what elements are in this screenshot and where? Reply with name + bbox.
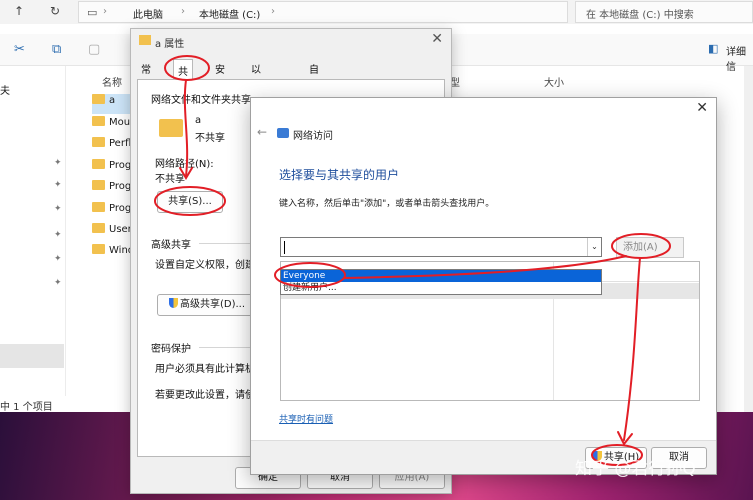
network-path-label: 网络路径(N): [155, 159, 214, 170]
chevron-down-icon[interactable]: ⌄ [587, 238, 601, 256]
breadcrumb-separator-icon: › [181, 6, 185, 17]
folder-icon [92, 244, 105, 254]
network-icon [277, 128, 289, 138]
advanced-sharing-description: 设置自定义权限，创建 [155, 260, 255, 271]
user-dropdown-list[interactable]: Everyone 创建新用户... [280, 269, 602, 295]
explorer-address-row: ↑ ↻ ▭ › 此电脑 › 本地磁盘 (C:) › 在 本地磁盘 (C:) 中搜… [0, 0, 753, 24]
pin-icon: ✦ [54, 158, 62, 168]
tab-sharing[interactable]: 共享 [173, 59, 193, 93]
close-icon[interactable]: ✕ [696, 100, 708, 116]
folder-icon [92, 159, 105, 169]
folder-icon [92, 202, 105, 212]
pin-icon: ✦ [54, 180, 62, 190]
refresh-icon[interactable]: ↻ [50, 4, 60, 18]
sidebar-item-selected[interactable] [0, 344, 64, 368]
share-button[interactable]: 共享(S)... [157, 191, 223, 213]
folder-name: a [195, 115, 202, 126]
sharing-help-link[interactable]: 共享时有问题 [279, 412, 333, 425]
status-bar-text: 中 1 个项目 [0, 402, 53, 413]
back-arrow-icon[interactable]: ← [257, 125, 267, 139]
dropdown-option-everyone[interactable]: Everyone [281, 270, 601, 282]
password-protection-heading: 密码保护 [151, 344, 191, 355]
pin-icon: ✦ [54, 278, 62, 288]
dialog-title: 网络访问 [293, 131, 333, 142]
password-protection-hint: 若要更改此设置，请使 [155, 390, 255, 401]
folder-icon [92, 223, 105, 233]
breadcrumb-this-pc[interactable]: 此电脑 [133, 6, 163, 21]
user-name-combobox[interactable]: ⌄ [280, 237, 602, 257]
details-pane-icon[interactable]: ◧ [708, 42, 718, 55]
search-placeholder: 在 本地磁盘 (C:) 中搜索 [586, 10, 694, 21]
breadcrumb-local-disk[interactable]: 本地磁盘 (C:) [199, 6, 260, 21]
advanced-sharing-button[interactable]: 高级共享(D)... [157, 294, 257, 316]
folder-icon [159, 119, 183, 137]
computer-icon: ▭ [87, 6, 98, 19]
paste-icon[interactable]: ▢ [88, 42, 100, 57]
sidebar-item-label[interactable]: 夫 [0, 82, 10, 97]
close-icon[interactable]: ✕ [431, 31, 443, 47]
search-box[interactable]: 在 本地磁盘 (C:) 中搜索 [575, 1, 753, 23]
vertical-scrollbar[interactable] [744, 66, 753, 412]
advanced-sharing-heading: 高级共享 [151, 240, 191, 251]
pin-icon: ✦ [54, 254, 62, 264]
column-header-size[interactable]: 大小 [544, 74, 564, 89]
copy-icon[interactable]: ⧉ [52, 42, 61, 57]
network-path-value: 不共享 [155, 174, 185, 185]
address-bar[interactable]: ▭ › 此电脑 › 本地磁盘 (C:) › [78, 1, 568, 23]
folder-icon [92, 180, 105, 190]
watermark-text: 知乎 @君行孙Q [575, 459, 696, 479]
instruction-text: 键入名称，然后单击"添加"，或者单击箭头查找用户。 [279, 199, 495, 209]
folder-share-status: 不共享 [195, 133, 225, 144]
column-header-name[interactable]: 名称 [102, 74, 122, 89]
breadcrumb-separator-icon: › [103, 6, 107, 17]
dialog-title: a 属性 [155, 39, 185, 50]
shield-icon [168, 298, 178, 308]
folder-icon [92, 94, 105, 104]
folder-icon [92, 116, 105, 126]
pin-icon: ✦ [54, 204, 62, 214]
breadcrumb-separator-icon: › [271, 6, 275, 17]
network-access-dialog: ✕ ← 网络访问 选择要与其共享的用户 键入名称，然后单击"添加"，或者单击箭头… [250, 97, 717, 475]
dropdown-option-create-user[interactable]: 创建新用户... [281, 282, 601, 294]
folder-icon [139, 35, 151, 45]
network-share-heading: 网络文件和文件夹共享 [151, 95, 251, 106]
password-protection-description: 用户必须具有此计算机 [155, 364, 255, 375]
add-button[interactable]: 添加(A) [616, 237, 684, 258]
cut-icon[interactable]: ✂ [14, 42, 25, 57]
text-caret [284, 241, 285, 254]
page-heading: 选择要与其共享的用户 [279, 168, 400, 182]
pin-icon: ✦ [54, 230, 62, 240]
folder-icon [92, 137, 105, 147]
up-arrow-icon[interactable]: ↑ [14, 4, 24, 18]
navigation-pane: 夫 ✦ ✦ ✦ ✦ ✦ ✦ [0, 66, 66, 396]
